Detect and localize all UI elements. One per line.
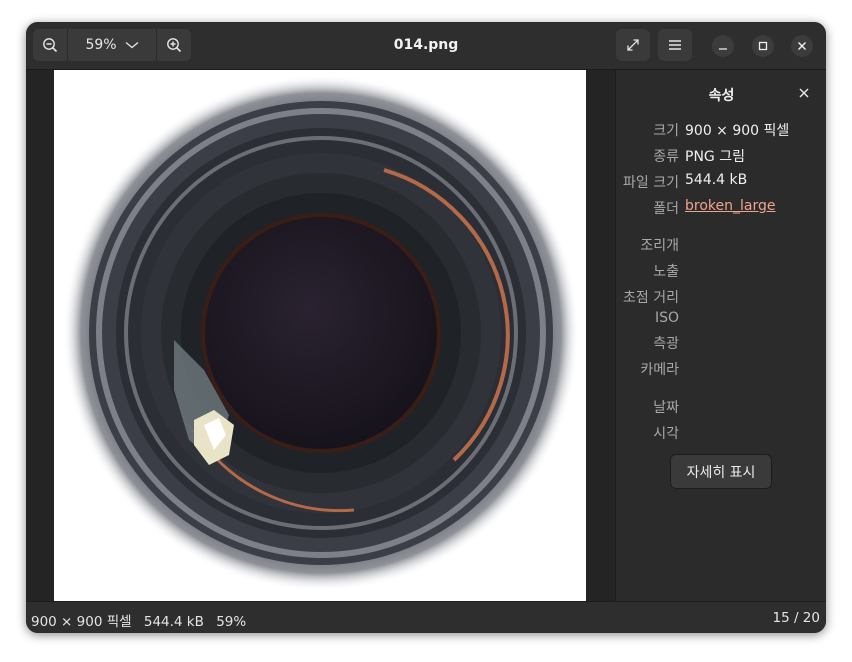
status-info: 900 × 900 픽셀 544.4 kB 59% [31,610,254,630]
exif-focal-length: 초점 거리 [616,287,826,307]
zoom-level-value: 59% [85,37,117,53]
properties-sidebar: 속성 크기 900 × 900 픽셀 종류 PNG 그림 파일 크기 544.4… [615,70,826,601]
property-label: ISO [654,310,679,326]
property-file-size: 파일 크기 544.4 kB [616,172,826,192]
property-label: 종류 [653,149,679,165]
main-menu-button[interactable] [658,29,692,61]
image-position-counter: 15 / 20 [772,610,821,626]
property-label: 측광 [653,336,679,352]
exif-camera: 카메라 [616,359,826,379]
property-label: 파일 크기 [623,175,679,191]
property-label: 시각 [653,426,679,442]
bottle-image [63,75,579,591]
maximize-button[interactable] [752,35,774,57]
date-row: 날짜 [616,397,826,417]
zoom-out-button[interactable] [33,29,67,61]
chevron-down-icon [125,42,138,49]
headerbar: 59% 014.png [26,22,826,70]
status-file-size: 544.4 kB [143,614,204,630]
exif-aperture: 조리개 [616,235,826,255]
zoom-in-icon [167,38,182,53]
property-folder: 폴더 broken_large [616,198,826,218]
fullscreen-button[interactable] [616,29,650,61]
close-window-button[interactable] [791,35,813,57]
folder-link[interactable]: broken_large [685,198,775,214]
property-label: 노출 [653,264,679,280]
close-icon [798,42,806,50]
property-label: 카메라 [640,362,679,378]
property-value: PNG 그림 [685,149,745,165]
property-label: 초점 거리 [623,290,679,306]
exif-exposure: 노출 [616,261,826,281]
status-dimensions: 900 × 900 픽셀 [31,614,132,630]
exif-iso: ISO [616,310,826,330]
property-label: 폴더 [653,201,679,217]
property-label: 크기 [653,123,679,139]
fullscreen-icon [627,39,639,51]
property-value: 544.4 kB [685,172,748,188]
image-viewer-window: 59% 014.png 속성 크기 900 × 900 픽셀 종류 PNG 그림… [26,22,826,633]
hamburger-menu-icon [669,40,681,50]
show-details-button[interactable]: 자세히 표시 [670,454,772,489]
time-row: 시각 [616,423,826,443]
sidebar-close-button[interactable] [795,84,813,102]
status-zoom: 59% [216,614,247,630]
minimize-icon [719,48,727,50]
close-icon [799,88,809,98]
property-type: 종류 PNG 그림 [616,146,826,166]
zoom-controls: 59% [33,29,191,61]
zoom-in-button[interactable] [157,29,191,61]
displayed-image [54,70,586,601]
zoom-out-icon [43,38,58,53]
property-label: 조리개 [640,238,679,254]
minimize-button[interactable] [712,35,734,57]
status-bar: 900 × 900 픽셀 544.4 kB 59% 15 / 20 [26,601,826,633]
image-canvas[interactable] [26,70,614,601]
property-value: 900 × 900 픽셀 [685,123,790,139]
maximize-icon [758,41,768,51]
property-label: 날짜 [653,400,679,416]
zoom-level-dropdown[interactable]: 59% [67,29,157,61]
exif-metering: 측광 [616,333,826,353]
property-size: 크기 900 × 900 픽셀 [616,120,826,140]
